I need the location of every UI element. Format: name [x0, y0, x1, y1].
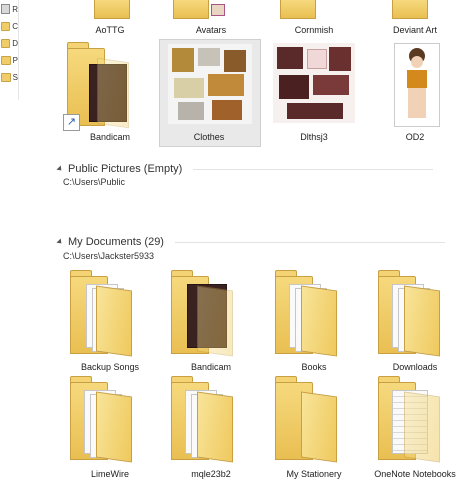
nav-item-c[interactable]: C [1, 19, 18, 33]
folder-label: AoTTG [95, 25, 125, 35]
section-divider [193, 168, 434, 170]
folder-icon [94, 0, 130, 19]
item-label: Dlthsj3 [300, 132, 328, 142]
image-clothes[interactable] [159, 39, 261, 147]
folder-limewire[interactable] [60, 374, 160, 480]
folder-icon [280, 0, 316, 19]
folder-label: Backup Songs [80, 362, 140, 372]
folder-my-stationery[interactable] [263, 374, 363, 480]
image-thumbnail-icon [273, 43, 355, 123]
folder-icon [1, 38, 11, 48]
nav-item-p[interactable]: P [1, 53, 18, 67]
section-path: C:\Users\Public [63, 177, 126, 187]
folder-icon [67, 42, 131, 129]
folder-icon [171, 376, 235, 463]
folder-label: Bandicam [190, 362, 232, 372]
folder-bandicam-shortcut[interactable]: ↗ [57, 38, 157, 146]
folder-books[interactable] [263, 266, 363, 370]
section-header-public-pictures[interactable]: Public Pictures (Empty) [56, 163, 434, 175]
shortcut-arrow-icon: ↗ [63, 114, 80, 131]
folder-icon [392, 0, 428, 19]
section-divider [174, 241, 445, 243]
image-od2[interactable] [366, 39, 461, 145]
nav-item-label: R [12, 4, 18, 14]
folder-label: Downloads [392, 362, 438, 372]
avatar-thumbnail-icon [211, 4, 225, 16]
nav-item-label: S [12, 72, 18, 82]
image-thumbnail-icon [168, 44, 252, 124]
collapse-arrow-icon[interactable] [56, 238, 64, 246]
folder-icon [173, 0, 209, 19]
folder-downloads[interactable] [366, 266, 461, 370]
collapse-arrow-icon[interactable] [56, 165, 64, 173]
folder-label: OneNote Notebooks [374, 469, 456, 479]
folder-icon [1, 72, 11, 82]
folder-label: LimeWire [90, 469, 129, 479]
folder-label: My Stationery [286, 469, 342, 479]
nav-item-d[interactable]: D [1, 36, 18, 50]
navigation-pane: R C D P S [0, 0, 19, 100]
folder-icon [1, 55, 11, 65]
section-title: My Documents (29) [68, 236, 164, 248]
item-label: Clothes [193, 132, 225, 142]
folder-icon [275, 376, 339, 463]
nav-item-s[interactable]: S [1, 70, 18, 84]
image-dlthsj3[interactable] [263, 39, 363, 145]
folder-icon [275, 270, 339, 357]
folder-icon [171, 270, 235, 357]
section-path: C:\Users\Jackster5933 [63, 251, 155, 261]
nav-item-label: C [12, 21, 18, 31]
folder-backup-songs[interactable] [60, 266, 160, 370]
folder-label: Books [301, 362, 327, 372]
folder-icon [70, 376, 134, 463]
folder-icon [378, 270, 442, 357]
image-thumbnail-icon [394, 43, 440, 127]
folder-icon [378, 376, 442, 463]
nav-item-label: D [12, 38, 18, 48]
section-title: Public Pictures (Empty) [68, 163, 183, 175]
nav-item-libraries[interactable]: R [1, 2, 18, 16]
folder-onenote-notebooks[interactable] [366, 374, 461, 480]
folder-label: Deviant Art [392, 25, 438, 35]
folder-mqle23b2[interactable] [159, 374, 259, 480]
folder-icon [1, 21, 11, 31]
folder-bandicam[interactable] [159, 266, 259, 370]
item-label: OD2 [405, 132, 425, 142]
section-header-my-documents[interactable]: My Documents (29) [56, 236, 445, 248]
folder-label: Avatars [195, 25, 227, 35]
item-label: Bandicam [89, 132, 131, 142]
file-view: AoTTG Avatars Cornmish Deviant Art ↗ Ban… [19, 0, 461, 480]
folder-label: Cornmish [294, 25, 334, 35]
folder-icon [70, 270, 134, 357]
nav-item-label: P [12, 55, 18, 65]
folder-label: mqle23b2 [191, 469, 231, 479]
library-icon [1, 4, 11, 14]
